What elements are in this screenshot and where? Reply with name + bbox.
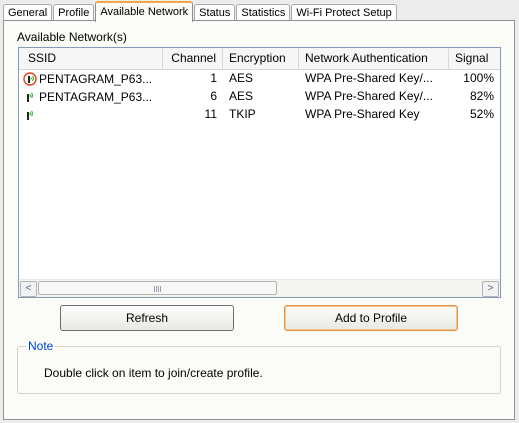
- note-text: Double click on item to join/create prof…: [44, 366, 263, 380]
- encryption-cell: AES: [229, 71, 254, 85]
- horizontal-scrollbar[interactable]: < >: [19, 279, 500, 297]
- table-row[interactable]: 11 TKIP WPA Pre-Shared Key 52%: [19, 105, 500, 123]
- authentication-cell: WPA Pre-Shared Key/...: [305, 89, 433, 103]
- list-header: SSID Channel Encryption Network Authenti…: [19, 48, 500, 70]
- encryption-cell: TKIP: [229, 107, 256, 121]
- signal-cell: 82%: [469, 89, 494, 103]
- scroll-right-button[interactable]: >: [482, 281, 499, 297]
- wireless-signal-icon: [27, 92, 33, 102]
- chevron-right-icon: >: [487, 283, 494, 294]
- tab-available-network[interactable]: Available Network: [95, 1, 194, 22]
- authentication-cell: WPA Pre-Shared Key/...: [305, 71, 433, 85]
- note-title: Note: [26, 339, 56, 353]
- grip-icon: [153, 286, 162, 292]
- ssid-text: PENTAGRAM_P63...: [39, 71, 153, 86]
- add-to-profile-button[interactable]: Add to Profile: [284, 305, 458, 331]
- chevron-left-icon: <: [25, 283, 32, 294]
- scrollbar-thumb[interactable]: [38, 281, 277, 295]
- network-list[interactable]: SSID Channel Encryption Network Authenti…: [18, 47, 501, 298]
- available-networks-label: Available Network(s): [17, 30, 127, 44]
- channel-cell: 11: [204, 107, 217, 121]
- signal-cell: 52%: [469, 107, 494, 121]
- column-header-signal[interactable]: Signal: [449, 48, 500, 69]
- authentication-cell: WPA Pre-Shared Key: [305, 107, 420, 121]
- tab-wifi-protect-setup[interactable]: Wi-Fi Protect Setup: [291, 4, 397, 21]
- column-header-channel[interactable]: Channel: [163, 48, 223, 69]
- channel-cell: 1: [210, 71, 217, 85]
- connected-wireless-signal-icon: [23, 72, 37, 86]
- ssid-cell: [19, 105, 163, 123]
- ssid-text: PENTAGRAM_P63...: [39, 89, 153, 104]
- channel-cell: 6: [210, 89, 217, 103]
- signal-cell: 100%: [463, 71, 494, 85]
- column-header-ssid[interactable]: SSID: [19, 48, 163, 69]
- ssid-cell: PENTAGRAM_P63...: [19, 87, 163, 105]
- encryption-cell: AES: [229, 89, 254, 103]
- tab-strip: General Profile Available Network Status…: [3, 1, 398, 22]
- ssid-cell: PENTAGRAM_P63...: [19, 69, 163, 87]
- refresh-button[interactable]: Refresh: [60, 305, 234, 331]
- scroll-left-button[interactable]: <: [20, 281, 37, 297]
- note-group: Note Double click on item to join/create…: [17, 339, 501, 394]
- network-rows: PENTAGRAM_P63... 1 AES WPA Pre-Shared Ke…: [19, 69, 500, 123]
- tab-general[interactable]: General: [3, 4, 53, 21]
- wireless-signal-icon: [27, 110, 33, 120]
- column-header-encryption[interactable]: Encryption: [223, 48, 299, 69]
- tab-profile[interactable]: Profile: [53, 4, 95, 21]
- tab-status[interactable]: Status: [194, 4, 236, 21]
- table-row[interactable]: PENTAGRAM_P63... 1 AES WPA Pre-Shared Ke…: [19, 69, 500, 87]
- table-row[interactable]: PENTAGRAM_P63... 6 AES WPA Pre-Shared Ke…: [19, 87, 500, 105]
- column-header-network-authentication[interactable]: Network Authentication: [299, 48, 449, 69]
- tab-statistics[interactable]: Statistics: [236, 4, 291, 21]
